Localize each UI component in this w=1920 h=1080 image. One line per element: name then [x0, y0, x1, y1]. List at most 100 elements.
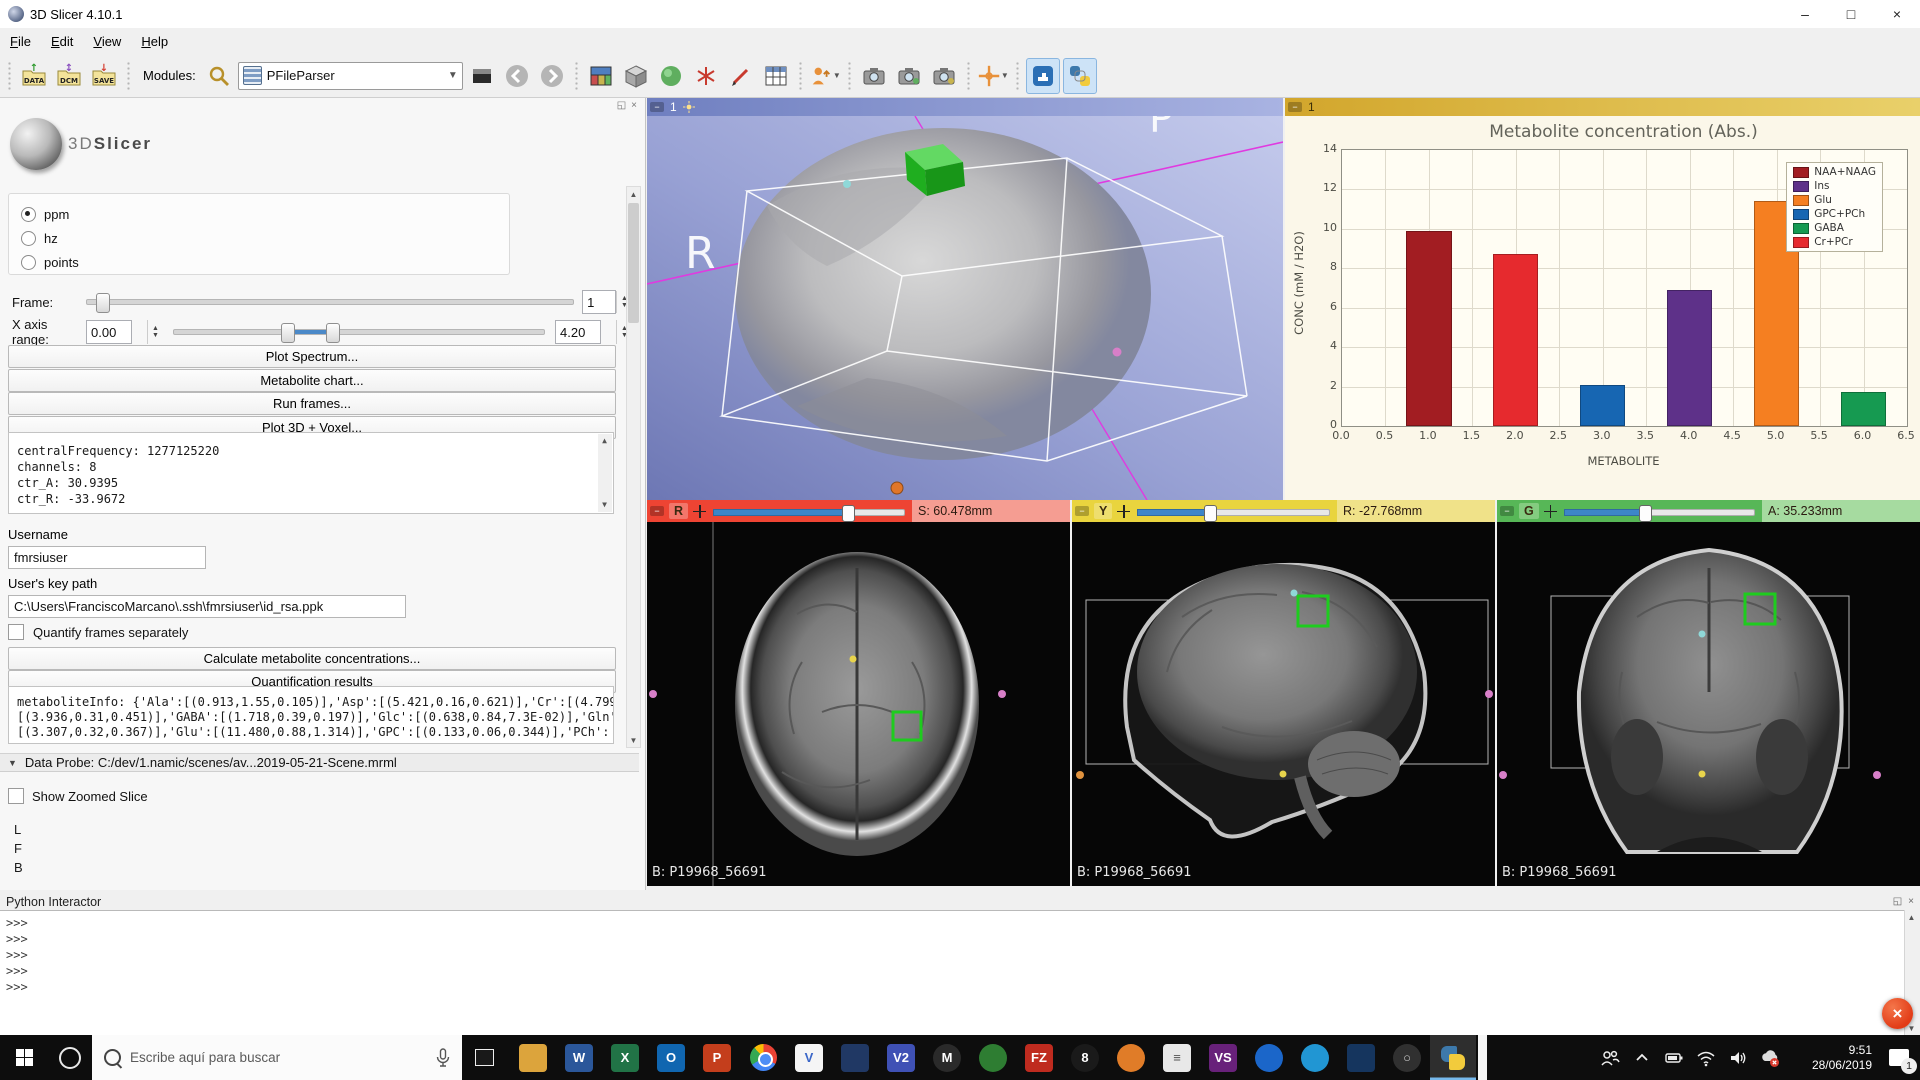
taskbar-app-navy-app[interactable]: [1338, 1035, 1384, 1080]
xaxis-min-spinbox[interactable]: 0.00: [86, 320, 132, 344]
pin-icon[interactable]: −: [650, 506, 664, 516]
console-scroll-up[interactable]: ▲: [1905, 910, 1918, 924]
save-button-icon[interactable]: SAVE↓: [88, 59, 120, 93]
taskbar-app-ring-app[interactable]: ○: [1384, 1035, 1430, 1080]
module-search-icon[interactable]: [203, 59, 235, 93]
load-dicom-button-icon[interactable]: DCM↕: [53, 59, 85, 93]
action-center-button[interactable]: 1: [1878, 1035, 1920, 1080]
cube-icon[interactable]: [620, 59, 652, 93]
volume-icon[interactable]: [1722, 1035, 1754, 1080]
task-view-button[interactable]: [462, 1035, 506, 1080]
taskbar-app-excel[interactable]: X: [602, 1035, 648, 1080]
username-input[interactable]: fmrsiuser: [8, 546, 206, 569]
people-icon[interactable]: [1594, 1035, 1626, 1080]
unit-option-ppm[interactable]: ppm: [21, 202, 509, 226]
minimize-button[interactable]: –: [1782, 0, 1828, 28]
taskbar-clock[interactable]: 9:5128/06/2019: [1786, 1043, 1878, 1073]
panel-dock-icon[interactable]: ◱: [617, 100, 626, 111]
pin-icon[interactable]: −: [650, 102, 664, 112]
snowflake-icon[interactable]: [690, 59, 722, 93]
taskbar-app-filezilla[interactable]: FZ: [1016, 1035, 1062, 1080]
taskbar-app-blue-app[interactable]: [1292, 1035, 1338, 1080]
taskbar-app-v2-app[interactable]: V2: [878, 1035, 924, 1080]
xaxis-min-handle[interactable]: [281, 323, 295, 343]
brain-volume-icon[interactable]: [655, 59, 687, 93]
crosshair-icon[interactable]: [1117, 505, 1130, 518]
panel-scroll-up[interactable]: ▲: [627, 187, 640, 201]
slice-offset-slider[interactable]: [1564, 505, 1755, 518]
history-forward-icon[interactable]: [536, 59, 568, 93]
pin-icon[interactable]: −: [1500, 506, 1514, 516]
threed-view-header[interactable]: − 1: [647, 98, 1283, 116]
layout-selector-icon[interactable]: [585, 59, 617, 93]
taskbar-app-chrome[interactable]: [740, 1035, 786, 1080]
taskbar-app-green-app[interactable]: [970, 1035, 1016, 1080]
slice-offset-slider[interactable]: [1137, 505, 1330, 518]
frame-slider-handle[interactable]: [96, 293, 110, 313]
taskbar-app-miplab-app[interactable]: M: [924, 1035, 970, 1080]
xaxis-max-handle[interactable]: [326, 323, 340, 343]
run-frames-button[interactable]: Run frames...: [8, 392, 616, 415]
annotate-pen-icon[interactable]: [725, 59, 757, 93]
extensions-icon[interactable]: [1026, 58, 1060, 94]
xaxis-range-slider[interactable]: [173, 329, 545, 335]
taskbar-search[interactable]: Escribe aquí para buscar: [92, 1035, 462, 1080]
plot-spectrum-button[interactable]: Plot Spectrum...: [8, 345, 616, 368]
collapse-triangle-icon[interactable]: ▼: [8, 758, 17, 768]
battery-icon[interactable]: [1658, 1035, 1690, 1080]
header-info-textarea[interactable]: centralFrequency: 1277125220channels: 8c…: [8, 432, 614, 514]
slice-header-green[interactable]: −GA: 35.233mm: [1497, 500, 1920, 522]
taskbar-app-word[interactable]: W: [556, 1035, 602, 1080]
threed-viewport[interactable]: R P: [647, 116, 1283, 500]
xaxis-min-arrows[interactable]: ▲▼: [147, 320, 163, 344]
taskbar-app-v-app[interactable]: V: [786, 1035, 832, 1080]
menu-item-file[interactable]: File: [0, 31, 41, 52]
taskbar-app-slicer-python[interactable]: [1430, 1035, 1476, 1080]
slider-handle[interactable]: [842, 505, 855, 522]
onedrive-error-icon[interactable]: [1754, 1035, 1786, 1080]
python-console[interactable]: >>>>>>>>>>>>>>>: [0, 910, 1920, 1035]
metabolite-chart[interactable]: Metabolite concentration (Abs.) NAA+NAAG…: [1285, 116, 1920, 500]
python-interactor-icon[interactable]: [1063, 58, 1097, 94]
table-view-icon[interactable]: [760, 59, 792, 93]
slice-header-yellow[interactable]: −YR: -27.768mm: [1072, 500, 1495, 522]
menu-item-view[interactable]: View: [83, 31, 131, 52]
unit-option-hz[interactable]: hz: [21, 226, 509, 250]
panel-scrollbar[interactable]: ▲ ▼: [626, 186, 641, 748]
cortana-button[interactable]: [48, 1035, 92, 1080]
crosshair-icon[interactable]: [693, 505, 706, 518]
taskbar-app-file-explorer[interactable]: [510, 1035, 556, 1080]
taskbar-app-putty-app[interactable]: [1246, 1035, 1292, 1080]
taskbar-app-powerpoint[interactable]: P: [694, 1035, 740, 1080]
center-view-icon[interactable]: [683, 101, 695, 113]
slice-header-red[interactable]: −RS: 60.478mm: [647, 500, 1070, 522]
screenshot-icon[interactable]: [858, 59, 890, 93]
radio-ppm[interactable]: [21, 207, 36, 222]
maximize-button[interactable]: □: [1828, 0, 1874, 28]
crosshair-icon[interactable]: ▼: [977, 59, 1009, 93]
info-scroll-up[interactable]: ▲: [598, 434, 611, 448]
history-back-icon[interactable]: [501, 59, 533, 93]
keypath-input[interactable]: C:\Users\FranciscoMarcano\.ssh\fmrsiuser…: [8, 595, 406, 618]
slice-viewport-axial[interactable]: B: P19968_56691: [647, 522, 1070, 886]
scene-view-restore-icon[interactable]: [928, 59, 960, 93]
pin-icon[interactable]: −: [1075, 506, 1089, 516]
module-history-icon[interactable]: [466, 59, 498, 93]
python-interactor-header[interactable]: Python Interactor ◱ ×: [0, 893, 1920, 910]
menu-item-help[interactable]: Help: [131, 31, 178, 52]
show-zoomed-checkbox[interactable]: [8, 788, 24, 804]
pin-icon[interactable]: −: [1288, 102, 1302, 112]
notification-close-button[interactable]: ×: [1882, 998, 1913, 1029]
crosshair-icon[interactable]: [1544, 505, 1557, 518]
quantify-checkbox[interactable]: [8, 624, 24, 640]
python-close-icon[interactable]: ×: [1908, 896, 1914, 907]
slice-offset-slider[interactable]: [713, 505, 905, 518]
menu-item-edit[interactable]: Edit: [41, 31, 83, 52]
xaxis-max-spinbox[interactable]: 4.20: [555, 320, 601, 344]
fiducial-person-icon[interactable]: ▼: [809, 59, 841, 93]
load-data-button-icon[interactable]: DATA↑: [18, 59, 50, 93]
unit-option-points[interactable]: points: [21, 250, 509, 274]
taskbar-app-paint-app[interactable]: [1108, 1035, 1154, 1080]
taskbar-app-notes-app[interactable]: ≡: [1154, 1035, 1200, 1080]
frame-slider[interactable]: [86, 299, 574, 305]
